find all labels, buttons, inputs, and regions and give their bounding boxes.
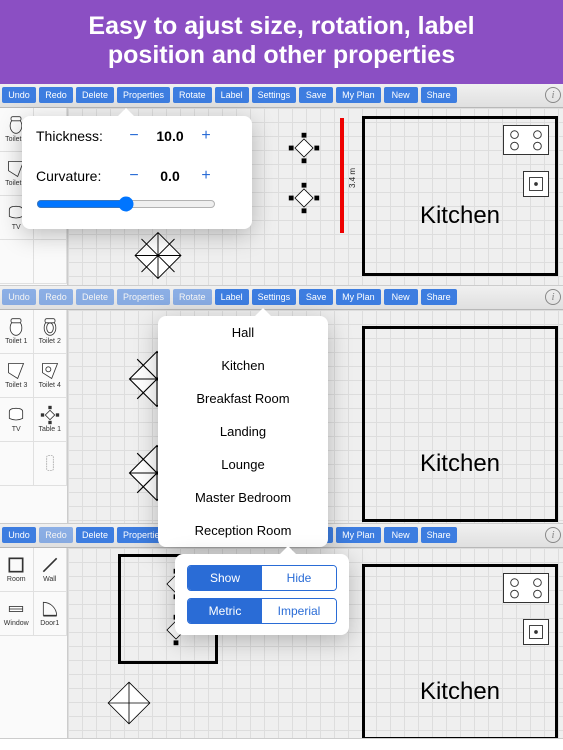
delete-button[interactable]: Delete [76,289,114,305]
properties-button[interactable]: Properties [117,87,170,103]
label-option[interactable]: Reception Room [158,514,328,547]
share-button[interactable]: Share [421,87,457,103]
palette-label: Toilet 3 [5,382,27,389]
label-popup: HallKitchenBreakfast RoomLandingLoungeMa… [158,316,328,547]
thickness-label: Thickness: [36,128,114,144]
settings-popup: Show Hide Metric Imperial [175,554,349,635]
redo-button[interactable]: Redo [39,527,73,543]
label-button[interactable]: Label [215,289,249,305]
palette-label: Room [7,576,26,583]
metric-option[interactable]: Metric [188,599,262,623]
palette-item-digit8[interactable] [34,442,68,486]
curvature-label: Curvature: [36,168,114,184]
label-option[interactable]: Lounge [158,448,328,481]
palette-label: Window [4,620,29,627]
room-label: Kitchen [420,202,500,230]
myplan-button[interactable]: My Plan [336,289,381,305]
label-option[interactable]: Breakfast Room [158,382,328,415]
save-button[interactable]: Save [299,289,333,305]
palette-item-tv[interactable]: TV [0,398,34,442]
room-label: Kitchen [420,678,500,706]
share-button[interactable]: Share [421,289,457,305]
kitchen-room[interactable]: Kitchen [362,326,558,522]
symbol-palette: Room Wall Window Door1 [0,548,68,738]
header-line1: Easy to ajust size, rotation, label [8,12,555,41]
panel-settings: Undo Redo Delete Properties Rotate Label… [0,524,563,739]
hide-option[interactable]: Hide [262,566,336,590]
share-button[interactable]: Share [421,527,457,543]
delete-button[interactable]: Delete [76,87,114,103]
palette-item-blank4[interactable] [34,240,68,284]
thickness-minus-button[interactable]: − [122,124,146,148]
palette-label: Table 1 [38,426,61,433]
palette-item-window[interactable]: Window [0,592,34,636]
redo-button[interactable]: Redo [39,87,73,103]
info-icon[interactable]: i [545,527,561,543]
rotate-button[interactable]: Rotate [173,289,212,305]
curvature-slider[interactable] [36,196,216,212]
kitchen-room[interactable]: Kitchen [362,564,558,738]
myplan-button[interactable]: My Plan [336,87,381,103]
units-segment[interactable]: Metric Imperial [187,598,337,624]
palette-item-door1[interactable]: Door1 [34,592,68,636]
imperial-option[interactable]: Imperial [262,599,336,623]
palette-item-blank3[interactable] [0,240,34,284]
new-button[interactable]: New [384,87,418,103]
undo-button[interactable]: Undo [2,527,36,543]
delete-button[interactable]: Delete [76,527,114,543]
label-option[interactable]: Landing [158,415,328,448]
palette-item-blank[interactable] [0,442,34,486]
palette-label: Wall [43,576,56,583]
palette-item-toilet1[interactable]: Toilet 1 [0,310,34,354]
undo-button[interactable]: Undo [2,87,36,103]
selected-wall[interactable] [340,118,344,233]
redo-button[interactable]: Redo [39,289,73,305]
thickness-plus-button[interactable]: + [194,124,218,148]
info-icon[interactable]: i [545,289,561,305]
promo-header: Easy to ajust size, rotation, label posi… [0,0,563,84]
palette-label: Toilet 2 [39,338,61,345]
label-button[interactable]: Label [215,87,249,103]
settings-button[interactable]: Settings [252,87,297,103]
symbol-palette: Toilet 1 Toilet 2 Toilet 3 Toilet 4 TV Table … [0,310,68,523]
visibility-segment[interactable]: Show Hide [187,565,337,591]
header-line2: position and other properties [8,41,555,70]
palette-item-table1[interactable]: Table 1 [34,398,68,442]
info-icon[interactable]: i [545,87,561,103]
panel-label: Undo Redo Delete Properties Rotate Label… [0,286,563,524]
palette-item-room[interactable]: Room [0,548,34,592]
myplan-button[interactable]: My Plan [336,527,381,543]
curvature-minus-button[interactable]: − [122,164,146,188]
show-option[interactable]: Show [188,566,262,590]
room-label: Kitchen [420,450,500,478]
label-option[interactable]: Kitchen [158,349,328,382]
palette-label: Toilet 1 [5,338,27,345]
palette-item-toilet2[interactable]: Toilet 2 [34,310,68,354]
palette-label: TV [12,426,21,433]
label-option[interactable]: Hall [158,316,328,349]
palette-label: Door1 [40,620,59,627]
panel-properties: Undo Redo Delete Properties Rotate Label… [0,84,563,286]
properties-popup: Thickness: − + Curvature: − + [22,116,252,229]
palette-item-toilet4[interactable]: Toilet 4 [34,354,68,398]
palette-label: Toilet 4 [39,382,61,389]
rotate-button[interactable]: Rotate [173,87,212,103]
kitchen-room[interactable]: Kitchen [362,116,558,276]
thickness-input[interactable] [146,124,194,148]
new-button[interactable]: New [384,527,418,543]
toolbar: Undo Redo Delete Properties Rotate Label… [0,286,563,310]
label-option[interactable]: Master Bedroom [158,481,328,514]
palette-label: TV [12,224,21,231]
properties-button[interactable]: Properties [117,289,170,305]
palette-item-toilet3[interactable]: Toilet 3 [0,354,34,398]
wall-measure: 3.4 m [348,167,357,187]
save-button[interactable]: Save [299,87,333,103]
undo-button[interactable]: Undo [2,289,36,305]
palette-item-wall[interactable]: Wall [34,548,68,592]
toolbar: Undo Redo Delete Properties Rotate Label… [0,84,563,108]
new-button[interactable]: New [384,289,418,305]
curvature-plus-button[interactable]: + [194,164,218,188]
settings-button[interactable]: Settings [252,289,297,305]
curvature-input[interactable] [146,164,194,188]
